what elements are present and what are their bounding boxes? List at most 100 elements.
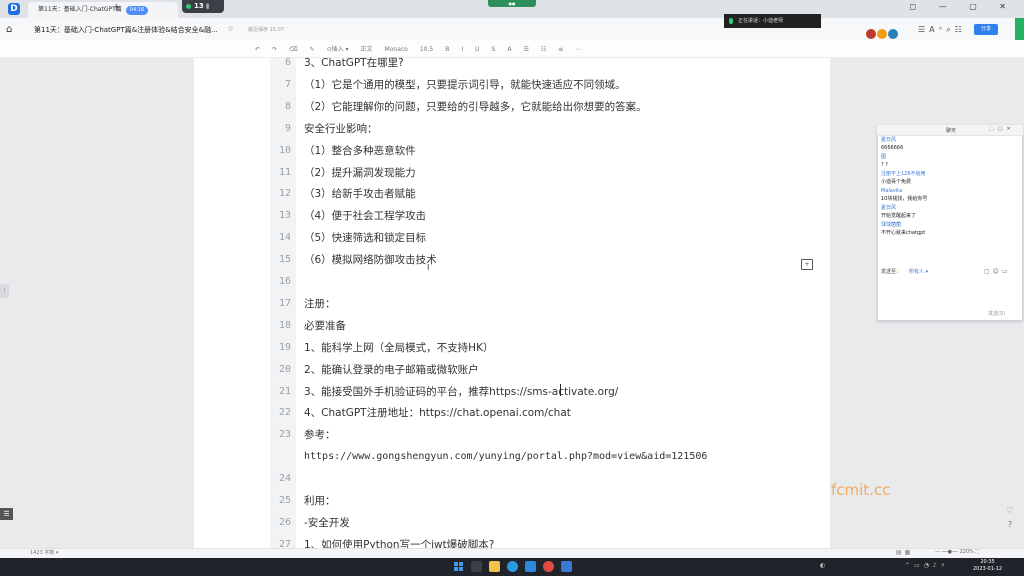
chat-sender-name: Malavita xyxy=(881,188,903,194)
document-line[interactable]: 4、ChatGPT注册地址：https://chat.openai.com/ch… xyxy=(304,406,571,420)
chat-message-text: 6666666 xyxy=(881,145,904,151)
document-line[interactable]: 3、ChatGPT在哪里? xyxy=(304,56,404,70)
avatar[interactable] xyxy=(866,29,876,39)
line-number: 22 xyxy=(278,407,291,419)
new-tab-plus-icon[interactable]: + xyxy=(112,3,120,13)
chat-recipient-select[interactable]: 所有人 ▾ xyxy=(909,269,928,275)
line-number: 13 xyxy=(278,210,291,222)
chat-recipient[interactable]: 发送至： 所有人 ▾ xyxy=(881,268,928,275)
meeting-count: 13 xyxy=(194,2,204,10)
file-explorer-icon[interactable] xyxy=(489,561,500,572)
right-side-tools[interactable]: ♡? xyxy=(1003,504,1017,532)
format-toolbar-items[interactable]: ↶ ↷ ⌫ ✎ ⊙插入 ▾ 正文 Monaco 10.5 B I U S A ☰ ☷ ≡ ⋯ xyxy=(255,44,593,53)
format-tool[interactable]: ⋯ xyxy=(575,46,581,53)
line-number: 15 xyxy=(278,254,291,266)
meeting-app-icon[interactable] xyxy=(561,561,572,572)
document-line[interactable]: 3、能接受国外手机验证码的平台，推荐https://sms-activate.o… xyxy=(304,385,618,399)
chat-input-tools[interactable]: ▢☺▭ xyxy=(984,268,1011,275)
document-line[interactable]: 必要准备 xyxy=(304,319,346,333)
document-line[interactable]: （1）整合多种恶意软件 xyxy=(304,144,416,158)
format-tool[interactable]: Monaco xyxy=(385,46,408,53)
line-number: 18 xyxy=(278,319,291,331)
document-line[interactable]: 安全行业影响： xyxy=(304,122,378,136)
document-line[interactable]: 注册： xyxy=(304,297,336,311)
chat-message-text: 小迪哥个免费 xyxy=(881,179,912,185)
outline-list-icon[interactable]: ☰ xyxy=(0,508,13,520)
document-line[interactable]: （5）快速筛选和锁定目标 xyxy=(304,231,426,245)
chat-sender-name: 夏日风 xyxy=(881,205,897,211)
save-status: 最近保存 15:07 xyxy=(248,27,284,33)
speaking-indicator: 正在讲话：小迪老师 xyxy=(724,14,821,28)
chat-to-label: 发送至： xyxy=(881,269,902,275)
system-tray-icons[interactable]: ⌃▭◔♪⚡ xyxy=(905,562,949,569)
format-tool[interactable]: U xyxy=(475,46,479,53)
document-line[interactable]: （3）给新手攻击者赋能 xyxy=(304,187,416,201)
format-tool[interactable]: ≡ xyxy=(558,46,563,53)
chat-message-text: 不开心就来chatgpt xyxy=(881,230,926,236)
docs-app-icon[interactable] xyxy=(525,561,536,572)
document-tab[interactable]: 第11天：基础入门-ChatGPT篇 04:16 xyxy=(28,2,178,18)
avatar[interactable] xyxy=(877,29,887,39)
meeting-indicator: ●● xyxy=(488,0,536,7)
format-tool[interactable]: B xyxy=(445,46,449,53)
format-tool[interactable]: ✎ xyxy=(310,46,315,53)
document-line[interactable]: （2）它能理解你的问题，只要给的引导越多，它就能给出你想要的答案。 xyxy=(304,100,647,114)
format-tool[interactable]: ☰ xyxy=(523,46,528,53)
document-line[interactable]: https://www.gongshengyun.com/yunying/por… xyxy=(304,450,707,464)
format-tool[interactable]: ⌫ xyxy=(289,46,297,53)
line-number: 24 xyxy=(278,473,291,485)
format-tool[interactable]: A xyxy=(507,46,511,53)
format-tool[interactable]: ☷ xyxy=(541,46,546,53)
chat-window-controls[interactable]: ⬚▢✕ xyxy=(989,126,1015,132)
word-count[interactable]: 1423 字数 ▾ xyxy=(30,549,58,556)
document-line[interactable]: （6）模拟网络防御攻击技术 xyxy=(304,253,437,267)
line-number: 8 xyxy=(284,100,291,112)
format-tool[interactable]: I xyxy=(461,46,463,53)
star-icon[interactable]: ☆ xyxy=(227,24,234,33)
format-tool[interactable]: ⊙插入 ▾ xyxy=(327,46,349,53)
view-mode-icons[interactable]: ▤▦ xyxy=(896,549,913,556)
share-button[interactable]: 分享 xyxy=(974,24,998,35)
chat-send-button[interactable]: 发送(S) xyxy=(988,310,1005,317)
add-comment-icon[interactable]: + xyxy=(801,259,813,270)
document-line[interactable]: 利用： xyxy=(304,494,336,508)
signal-icon: ▮ xyxy=(205,2,210,10)
edge-icon[interactable] xyxy=(507,561,518,572)
window-controls[interactable]: ◻ — ▢ ✕ xyxy=(909,2,1016,11)
chrome-icon[interactable] xyxy=(543,561,554,572)
chat-title: 聊天 xyxy=(946,128,957,134)
taskbar-clock[interactable]: 20:35 2023-01-12 xyxy=(973,559,1002,573)
line-number: 20 xyxy=(278,363,291,375)
avatar[interactable] xyxy=(888,29,898,39)
search-icon[interactable] xyxy=(471,561,482,572)
clock-time: 20:35 xyxy=(980,559,995,565)
format-tool[interactable]: 正文 xyxy=(361,46,373,53)
document-line[interactable]: 参考： xyxy=(304,428,336,442)
outline-toggle-icon[interactable]: ⁝ xyxy=(0,284,9,298)
format-tool[interactable]: ↷ xyxy=(272,46,277,53)
line-number: 9 xyxy=(284,122,291,134)
format-tool[interactable]: S xyxy=(492,46,496,53)
document-line[interactable]: 1、能科学上网（全局模式，不支持HK） xyxy=(304,341,493,355)
tray-widget[interactable]: ◐ xyxy=(820,562,825,569)
header-tools[interactable]: ☰Aᴬ⌕☷ xyxy=(918,25,966,35)
meeting-status-pill[interactable]: 13 ▮ xyxy=(182,0,224,13)
chat-message-text: 10块钱找，我给你号 xyxy=(881,196,928,202)
windows-start-icon[interactable] xyxy=(454,562,463,571)
format-tool[interactable]: ↶ xyxy=(255,46,260,53)
chat-sender-name: 夏日风 xyxy=(881,137,897,143)
line-number: 19 xyxy=(278,341,291,353)
document-line[interactable]: （4）便于社会工程学攻击 xyxy=(304,209,426,223)
zoom-control[interactable]: — ──●── 220% ⛶ xyxy=(935,549,979,555)
format-tool[interactable]: 10.5 xyxy=(420,46,433,53)
document-line[interactable]: （1）它是个通用的模型，只要提示词引导，就能快速适应不同领域。 xyxy=(304,78,626,92)
chat-sender-name: 球球菌菌 xyxy=(881,222,902,228)
document-line[interactable]: 2、能确认登录的电子邮箱或微软账户 xyxy=(304,363,479,377)
document-title[interactable]: 第11天：基础入门-ChatGPT篇&注册体验&结合安全&融... xyxy=(34,25,218,35)
document-line[interactable]: （2）提升漏洞发现能力 xyxy=(304,166,416,180)
app-logo-icon[interactable]: D xyxy=(8,3,20,15)
mouse-ibeam-icon: I xyxy=(427,263,430,272)
line-number: 6 xyxy=(284,57,291,68)
home-icon[interactable]: ⌂ xyxy=(6,24,12,35)
document-line[interactable]: -安全开发 xyxy=(304,516,350,530)
